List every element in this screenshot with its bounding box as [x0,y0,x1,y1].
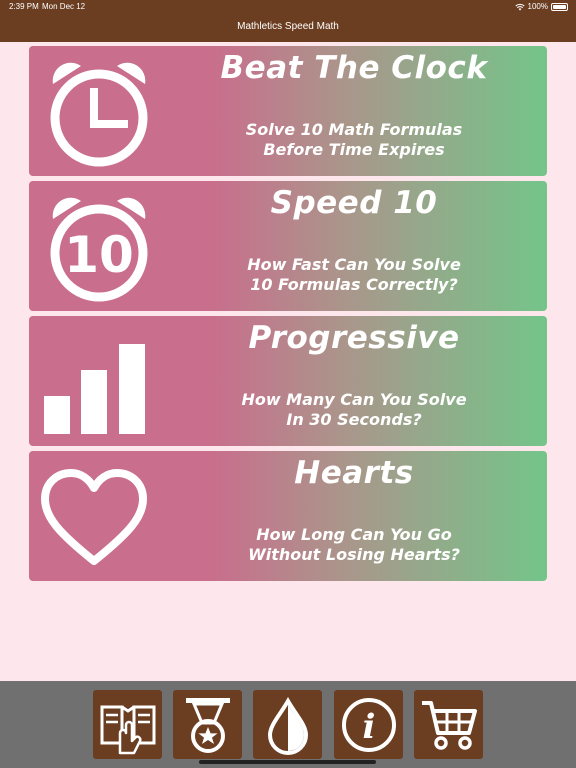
mode-description: How Fast Can You Solve 10 Formulas Corre… [179,255,529,295]
info-icon: i [341,697,396,752]
wifi-icon [514,3,525,10]
theme-button[interactable] [253,690,322,759]
mode-description-line1: How Fast Can You Solve [247,255,461,274]
mode-description-line1: Solve 10 Math Formulas [245,120,463,139]
mode-description: Solve 10 Math Formulas Before Time Expir… [179,120,529,160]
store-button[interactable] [414,690,483,759]
top-bar: 2:39 PM Mon Dec 12 100% Mathletics Speed… [0,0,576,42]
clock-number: 10 [64,226,134,284]
status-time: 2:39 PM [9,2,39,11]
mode-description-line2: Before Time Expires [263,140,445,159]
mode-title: Speed 10 [270,185,438,221]
cart-icon [421,700,477,750]
mode-description-line1: How Long Can You Go [256,525,452,544]
mode-description-line2: 10 Formulas Correctly? [250,275,458,294]
battery-percent: 100% [527,2,548,11]
mode-description: How Long Can You Go Without Losing Heart… [179,525,529,565]
bottom-toolbar: i [0,681,576,768]
medal-icon [185,697,230,753]
mode-description-line2: Without Losing Hearts? [248,545,460,564]
info-button[interactable]: i [334,690,403,759]
mode-title: Hearts [294,455,414,491]
alarm-clock-10-icon: 10 [50,197,148,302]
mode-card-hearts[interactable]: Hearts How Long Can You Go Without Losin… [29,451,547,581]
book-hand-icon [100,705,155,754]
achievements-button[interactable] [173,690,242,759]
info-glyph: i [362,707,375,747]
alarm-clock-icon [50,62,148,167]
instructions-button[interactable] [93,690,162,759]
mode-title: Beat The Clock [220,50,488,86]
mode-card-beat-the-clock[interactable]: Beat The Clock Solve 10 Math Formulas Be… [29,46,547,176]
bar-chart-icon [44,344,145,434]
mode-description: How Many Can You Solve In 30 Seconds? [179,390,529,430]
status-date: Mon Dec 12 [42,2,86,11]
mode-description-line2: In 30 Seconds? [286,410,422,429]
battery-icon [551,2,568,11]
home-indicator[interactable] [199,760,376,764]
status-indicators: 100% [514,2,568,11]
drop-icon [267,696,308,755]
mode-card-speed-10[interactable]: 10 Speed 10 How Fast Can You Solve 10 Fo… [29,181,547,311]
mode-card-progressive[interactable]: Progressive How Many Can You Solve In 30… [29,316,547,446]
app-title: Mathletics Speed Math [237,21,339,32]
mode-title: Progressive [248,320,460,356]
mode-description-line1: How Many Can You Solve [241,390,467,409]
heart-icon [41,469,147,565]
